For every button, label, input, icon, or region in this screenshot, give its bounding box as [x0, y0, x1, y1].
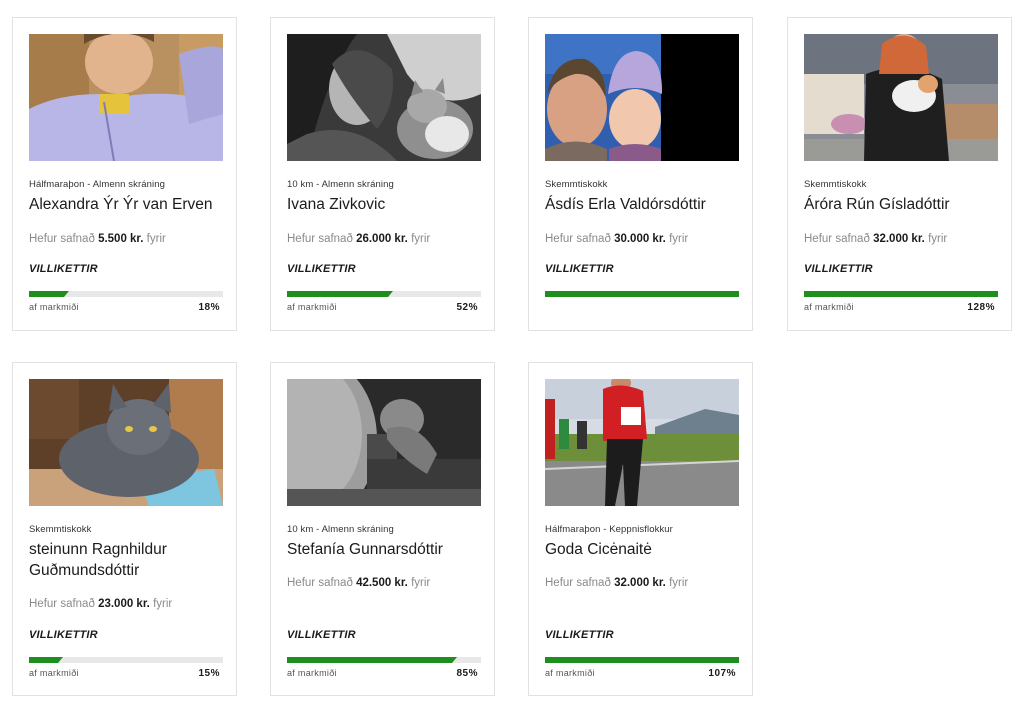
- raised-amount: 30.000 kr.: [614, 233, 666, 245]
- team-name[interactable]: VILLIKETTIR: [545, 263, 614, 275]
- woman-in-lavender-jacket-photo: [29, 34, 223, 161]
- woman-with-cat-bw-photo: [287, 34, 481, 161]
- progress-percent: 128%: [967, 302, 995, 313]
- runner-photo[interactable]: [287, 379, 481, 506]
- runner-name[interactable]: Áróra Rún Gísladóttir: [804, 194, 1000, 215]
- progress-bar: [545, 657, 739, 663]
- runner-name[interactable]: Ivana Zivkovic: [287, 194, 483, 215]
- runner-photo[interactable]: [29, 379, 223, 506]
- progress-fill: [804, 291, 998, 297]
- goal-label: af markmiði: [287, 668, 337, 678]
- goal-label: af markmiði: [804, 302, 854, 312]
- runner-name[interactable]: Ásdís Erla Valdórsdóttir: [545, 194, 741, 215]
- raised-suffix: fyrir: [153, 598, 173, 610]
- race-category: Skemmtiskokk: [804, 179, 867, 190]
- grey-cat-in-box-photo: [29, 379, 223, 506]
- raised-suffix: fyrir: [669, 233, 689, 245]
- progress-fill: [287, 291, 393, 297]
- raised-suffix: fyrir: [928, 233, 948, 245]
- raised-prefix: Hefur safnað: [287, 233, 353, 245]
- runner-name[interactable]: Stefanía Gunnarsdóttir: [287, 539, 483, 560]
- runner-photo[interactable]: [545, 34, 739, 161]
- raised-text: Hefur safnað 42.500 kr. fyrir: [287, 577, 430, 589]
- runner-card[interactable]: Hálfmaraþon - Almenn skráning Alexandra …: [12, 17, 237, 331]
- progress-bar: [287, 657, 481, 663]
- raised-text: Hefur safnað 23.000 kr. fyrir: [29, 598, 172, 610]
- progress-fill: [545, 291, 739, 297]
- raised-text: Hefur safnað 26.000 kr. fyrir: [287, 233, 430, 245]
- raised-suffix: fyrir: [411, 233, 431, 245]
- runner-photo[interactable]: [804, 34, 998, 161]
- runner-card[interactable]: 10 km - Almenn skráning Ivana Zivkovic H…: [270, 17, 495, 331]
- woman-and-child-selfie-photo: [545, 34, 739, 161]
- runner-name[interactable]: Goda Cicėnaitė: [545, 539, 741, 560]
- raised-amount: 32.000 kr.: [873, 233, 925, 245]
- goal-label: af markmiði: [287, 302, 337, 312]
- runner-name[interactable]: steinunn Ragnhildur Guðmundsdóttir: [29, 539, 225, 581]
- race-category: Hálfmaraþon - Almenn skráning: [29, 179, 165, 190]
- race-category: 10 km - Almenn skráning: [287, 524, 394, 535]
- progress-bar: [287, 291, 481, 297]
- girl-holding-cat-photo: [804, 34, 998, 161]
- runner-photo[interactable]: [545, 379, 739, 506]
- progress-fill: [287, 657, 457, 663]
- goal-label: af markmiði: [29, 302, 79, 312]
- raised-amount: 32.000 kr.: [614, 577, 666, 589]
- raised-prefix: Hefur safnað: [287, 577, 353, 589]
- goal-label: af markmiði: [29, 668, 79, 678]
- progress-percent: 15%: [198, 668, 220, 679]
- progress-bar: [804, 291, 998, 297]
- progress-percent: 85%: [456, 668, 478, 679]
- raised-prefix: Hefur safnað: [545, 233, 611, 245]
- raised-text: Hefur safnað 32.000 kr. fyrir: [804, 233, 947, 245]
- runner-grid: Hálfmaraþon - Almenn skráning Alexandra …: [0, 0, 1024, 716]
- team-name[interactable]: VILLIKETTIR: [29, 629, 98, 641]
- progress-percent: 52%: [456, 302, 478, 313]
- progress-bar: [545, 291, 739, 297]
- progress-fill: [545, 657, 739, 663]
- raised-prefix: Hefur safnað: [29, 233, 95, 245]
- runner-card[interactable]: Hálfmaraþon - Keppnisflokkur Goda Cicėna…: [528, 362, 753, 696]
- runner-card[interactable]: 10 km - Almenn skráning Stefanía Gunnars…: [270, 362, 495, 696]
- raised-prefix: Hefur safnað: [29, 598, 95, 610]
- raised-amount: 26.000 kr.: [356, 233, 408, 245]
- runner-card[interactable]: Skemmtiskokk Ásdís Erla Valdórsdóttir He…: [528, 17, 753, 331]
- raised-text: Hefur safnað 30.000 kr. fyrir: [545, 233, 688, 245]
- raised-amount: 5.500 kr.: [98, 233, 144, 245]
- progress-bar: [29, 291, 223, 297]
- race-category: Hálfmaraþon - Keppnisflokkur: [545, 524, 673, 535]
- runner-in-race-photo: [545, 379, 739, 506]
- progress-bar: [29, 657, 223, 663]
- race-category: Skemmtiskokk: [29, 524, 92, 535]
- progress-percent: 107%: [708, 668, 736, 679]
- raised-prefix: Hefur safnað: [804, 233, 870, 245]
- team-name[interactable]: VILLIKETTIR: [804, 263, 873, 275]
- raised-amount: 42.500 kr.: [356, 577, 408, 589]
- team-name[interactable]: VILLIKETTIR: [29, 263, 98, 275]
- team-name[interactable]: VILLIKETTIR: [287, 629, 356, 641]
- runner-card[interactable]: Skemmtiskokk steinunn Ragnhildur Guðmund…: [12, 362, 237, 696]
- runner-name[interactable]: Alexandra Ýr Ýr van Erven: [29, 194, 225, 215]
- team-name[interactable]: VILLIKETTIR: [545, 629, 614, 641]
- night-trail-camera-cat-photo: [287, 379, 481, 506]
- raised-text: Hefur safnað 32.000 kr. fyrir: [545, 577, 688, 589]
- progress-fill: [29, 291, 69, 297]
- runner-photo[interactable]: [29, 34, 223, 161]
- team-name[interactable]: VILLIKETTIR: [287, 263, 356, 275]
- runner-card[interactable]: Skemmtiskokk Áróra Rún Gísladóttir Hefur…: [787, 17, 1012, 331]
- race-category: 10 km - Almenn skráning: [287, 179, 394, 190]
- progress-percent: 18%: [198, 302, 220, 313]
- raised-prefix: Hefur safnað: [545, 577, 611, 589]
- progress-fill: [29, 657, 64, 663]
- runner-photo[interactable]: [287, 34, 481, 161]
- raised-suffix: fyrir: [146, 233, 166, 245]
- raised-suffix: fyrir: [669, 577, 689, 589]
- raised-suffix: fyrir: [411, 577, 431, 589]
- goal-label: af markmiði: [545, 668, 595, 678]
- raised-amount: 23.000 kr.: [98, 598, 150, 610]
- race-category: Skemmtiskokk: [545, 179, 608, 190]
- raised-text: Hefur safnað 5.500 kr. fyrir: [29, 233, 166, 245]
